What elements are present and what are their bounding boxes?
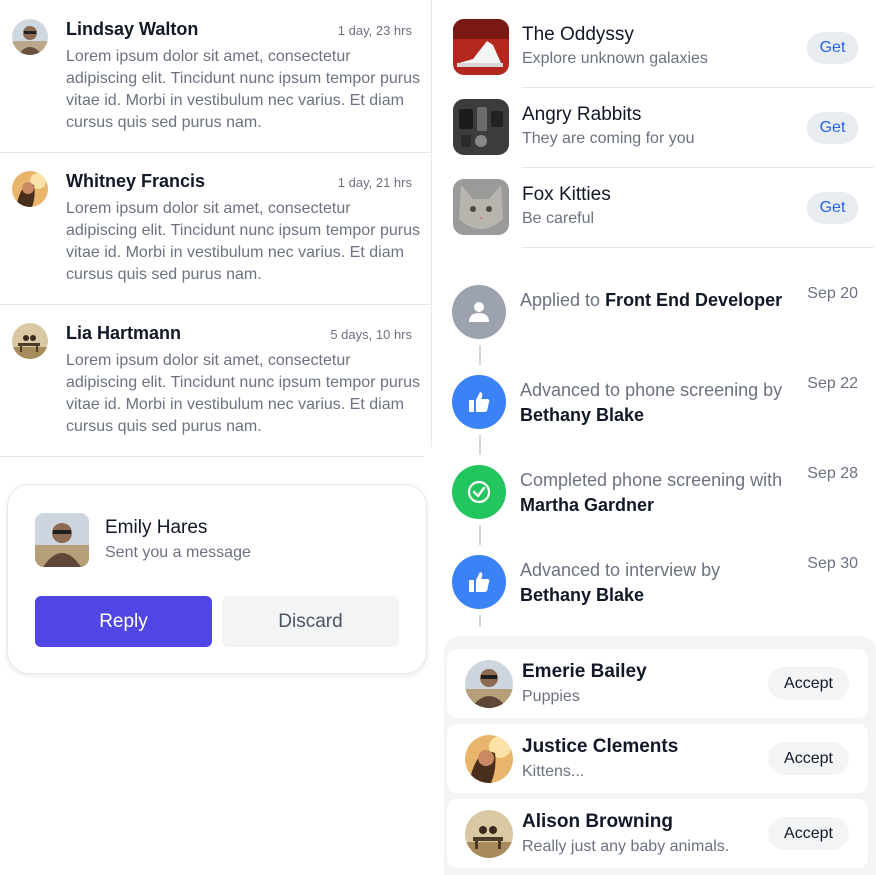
gadgets-image — [453, 99, 509, 155]
message-notification: Emily Hares Sent you a message Reply Dis… — [7, 484, 427, 674]
app-name: The Oddyssy — [522, 24, 634, 45]
timeline-target: Bethany Blake — [520, 405, 645, 425]
discard-button[interactable]: Discard — [222, 596, 399, 647]
message-item[interactable]: Lindsay Walton 1 day, 23 hrs Lorem ipsum… — [0, 0, 430, 152]
request-name: Emerie Bailey — [522, 661, 647, 682]
request-subtitle: Kittens... — [522, 763, 585, 780]
get-button[interactable]: Get — [807, 192, 858, 224]
app-description: Explore unknown galaxies — [522, 50, 708, 67]
notification-sender: Emily Hares — [105, 517, 208, 538]
timeline-item: Completed phone screening with Martha Ga… — [452, 465, 872, 535]
request-subtitle: Puppies — [522, 688, 580, 705]
timeline-text: Advanced to interview by Bethany Blake — [520, 558, 790, 608]
avatar — [35, 513, 89, 567]
timeline-target: Martha Gardner — [520, 495, 655, 515]
request-item: Justice Clements Kittens... Accept — [447, 724, 868, 793]
get-button[interactable]: Get — [807, 32, 858, 64]
message-time: 1 day, 21 hrs — [337, 175, 412, 190]
timeline-target: Front End Developer — [605, 290, 783, 310]
timeline-item: Applied to Front End Developer Sep 20 — [452, 285, 872, 355]
request-subtitle: Really just any baby animals. — [522, 838, 730, 855]
avatar — [12, 19, 48, 55]
request-item: Emerie Bailey Puppies Accept — [447, 649, 868, 718]
avatar — [12, 171, 48, 207]
message-time: 1 day, 23 hrs — [337, 23, 412, 38]
sender-name: Whitney Francis — [66, 171, 206, 191]
divider — [0, 456, 424, 457]
accept-button[interactable]: Accept — [768, 667, 849, 700]
user-icon — [452, 285, 506, 339]
shoe-image — [453, 19, 509, 75]
divider — [522, 87, 874, 88]
request-item: Alison Browning Really just any baby ani… — [447, 799, 868, 868]
timeline-action: Advanced to phone screening by — [520, 380, 783, 400]
thumbs-up-icon — [452, 375, 506, 429]
divider — [522, 167, 874, 168]
divider — [522, 247, 874, 248]
message-body: Lorem ipsum dolor sit amet, consectetur … — [66, 200, 420, 283]
message-list: Lindsay Walton 1 day, 23 hrs Lorem ipsum… — [0, 0, 432, 458]
timeline-item: Advanced to interview by Bethany Blake S… — [452, 555, 872, 625]
message-item[interactable]: Whitney Francis 1 day, 21 hrs Lorem ipsu… — [0, 152, 430, 304]
app-description: They are coming for you — [522, 130, 695, 147]
accept-button[interactable]: Accept — [768, 817, 849, 850]
timeline-date: Sep 20 — [807, 285, 858, 302]
avatar — [465, 810, 513, 858]
thumbs-up-icon — [452, 555, 506, 609]
timeline-text: Applied to Front End Developer — [520, 288, 790, 313]
timeline-date: Sep 30 — [807, 555, 858, 572]
reply-button[interactable]: Reply — [35, 596, 212, 647]
timeline-date: Sep 28 — [807, 465, 858, 482]
message-body: Lorem ipsum dolor sit amet, consectetur … — [66, 48, 420, 131]
timeline-text: Completed phone screening with Martha Ga… — [520, 468, 790, 518]
timeline-action: Completed phone screening with — [520, 470, 783, 490]
avatar — [465, 660, 513, 708]
timeline-date: Sep 22 — [807, 375, 858, 392]
timeline-item: Advanced to phone screening by Bethany B… — [452, 375, 872, 445]
app-description: Be careful — [522, 210, 595, 227]
avatar — [465, 735, 513, 783]
message-time: 5 days, 10 hrs — [330, 327, 412, 342]
message-body: Lorem ipsum dolor sit amet, consectetur … — [66, 352, 420, 435]
accept-button[interactable]: Accept — [768, 742, 849, 775]
request-name: Justice Clements — [522, 736, 679, 757]
check-icon — [452, 465, 506, 519]
app-name: Fox Kitties — [522, 184, 611, 205]
message-item[interactable]: Lia Hartmann 5 days, 10 hrs Lorem ipsum … — [0, 304, 430, 456]
avatar — [12, 323, 48, 359]
notification-subtitle: Sent you a message — [105, 544, 251, 561]
timeline-target: Bethany Blake — [520, 585, 645, 605]
app-name: Angry Rabbits — [522, 104, 642, 125]
get-button[interactable]: Get — [807, 112, 858, 144]
request-name: Alison Browning — [522, 811, 673, 832]
kitten-image — [453, 179, 509, 235]
sender-name: Lia Hartmann — [66, 323, 182, 343]
column-divider — [431, 0, 432, 447]
sender-name: Lindsay Walton — [66, 19, 199, 39]
timeline-action: Applied to — [520, 290, 606, 310]
timeline-text: Advanced to phone screening by Bethany B… — [520, 378, 790, 428]
timeline-action: Advanced to interview by — [520, 560, 721, 580]
